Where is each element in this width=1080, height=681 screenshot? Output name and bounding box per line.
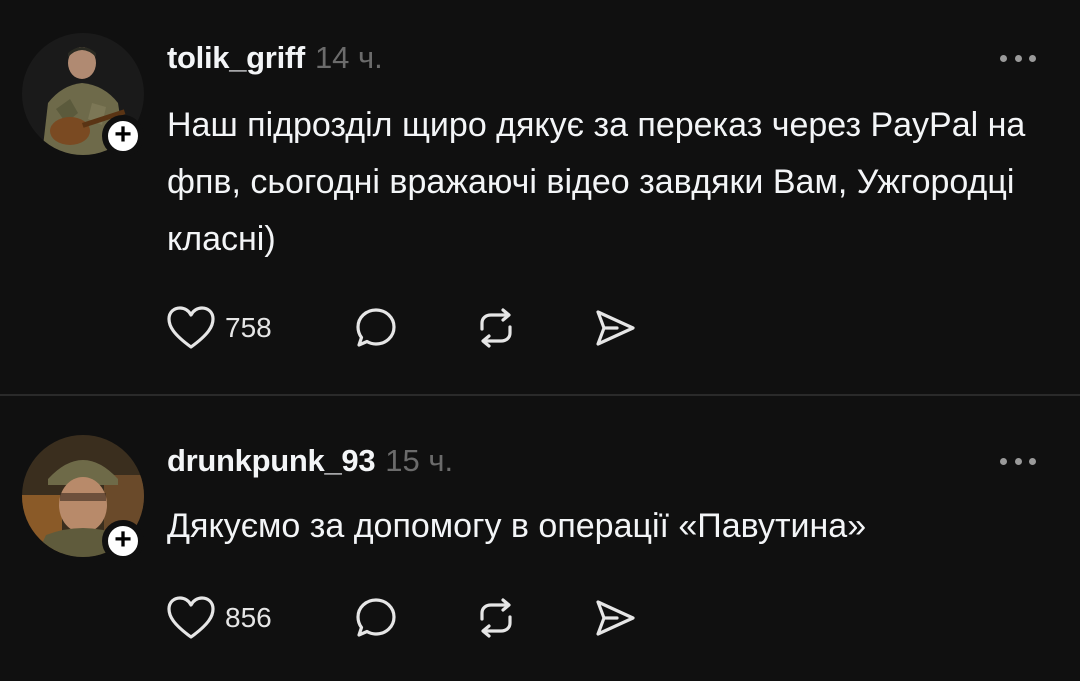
share-icon (591, 305, 637, 351)
share-button[interactable] (591, 595, 651, 641)
comment-icon (353, 305, 399, 351)
post-header: drunkpunk_93 15 ч. (167, 443, 453, 479)
share-button[interactable] (591, 305, 651, 351)
repost-icon (473, 595, 519, 641)
heart-icon (163, 304, 219, 352)
more-options-icon[interactable] (1000, 53, 1036, 63)
heart-icon (163, 594, 219, 642)
more-options-icon[interactable] (1000, 456, 1036, 466)
repost-button[interactable] (473, 595, 591, 641)
like-button[interactable]: 856 (163, 594, 353, 642)
timestamp: 14 ч. (314, 40, 383, 75)
post-actions: 758 (163, 303, 651, 353)
like-button[interactable]: 758 (163, 304, 353, 352)
post: + drunkpunk_93 15 ч. Дякуємо за допомогу… (0, 396, 1080, 681)
post: + tolik_griff 14 ч. Наш підрозділ щиро д… (0, 0, 1080, 394)
share-icon (591, 595, 637, 641)
repost-button[interactable] (473, 305, 591, 351)
comment-button[interactable] (353, 595, 473, 641)
threads-feed: + tolik_griff 14 ч. Наш підрозділ щиро д… (0, 0, 1080, 681)
like-count: 856 (225, 602, 272, 633)
username[interactable]: tolik_griff (167, 40, 305, 76)
username[interactable]: drunkpunk_93 (167, 443, 376, 479)
follow-button[interactable]: + (102, 520, 144, 562)
post-actions: 856 (163, 593, 651, 643)
post-text: Дякуємо за допомогу в операції «Павутина… (167, 507, 867, 545)
repost-icon (473, 305, 519, 351)
timestamp: 15 ч. (385, 443, 454, 478)
like-count: 758 (225, 312, 272, 343)
post-text: Наш підрозділ щиро дякує за переказ чере… (167, 106, 1026, 258)
post-header: tolik_griff 14 ч. (167, 40, 383, 76)
follow-button[interactable]: + (102, 115, 144, 157)
comment-button[interactable] (353, 305, 473, 351)
comment-icon (353, 595, 399, 641)
